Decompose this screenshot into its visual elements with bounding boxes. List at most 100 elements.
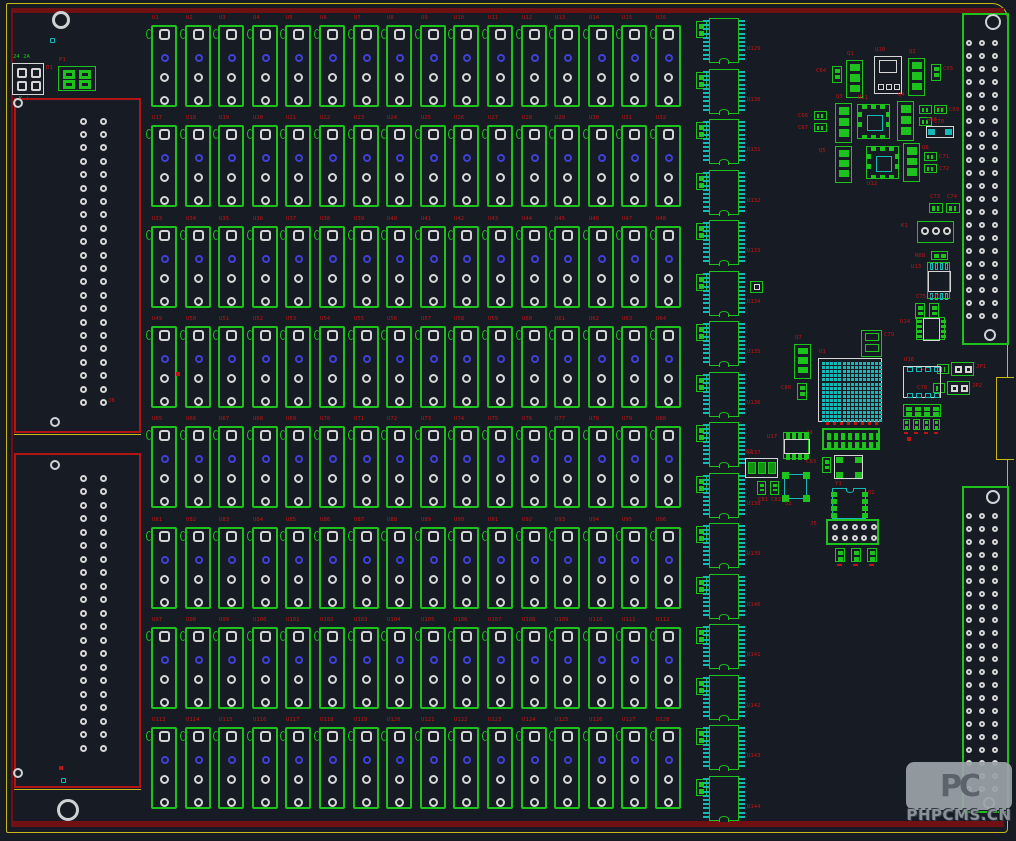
relay-footprint[interactable] [621, 226, 647, 308]
dip8sock-component[interactable] [832, 488, 866, 519]
relay-footprint[interactable] [588, 226, 614, 308]
cap2h-component[interactable] [946, 203, 960, 213]
relay-footprint[interactable] [420, 326, 446, 408]
cap2v-component[interactable] [832, 66, 842, 83]
relay-footprint[interactable] [252, 25, 278, 107]
relay-footprint[interactable] [588, 326, 614, 408]
relay-footprint[interactable] [285, 727, 311, 809]
relay-footprint[interactable] [554, 125, 580, 207]
dip-ic[interactable] [709, 372, 739, 417]
relay-footprint[interactable] [252, 527, 278, 609]
padblock-component[interactable] [903, 404, 941, 417]
relay-footprint[interactable] [655, 326, 681, 408]
relay-footprint[interactable] [218, 326, 244, 408]
cap2v-component[interactable] [797, 383, 807, 400]
relay-footprint[interactable] [353, 226, 379, 308]
relay-footprint[interactable] [285, 426, 311, 508]
relay-footprint[interactable] [386, 326, 412, 408]
relay-footprint[interactable] [621, 326, 647, 408]
relay-footprint[interactable] [319, 226, 345, 308]
dip-ic[interactable] [709, 119, 739, 164]
soic8h-component[interactable] [783, 432, 809, 459]
relay-footprint[interactable] [487, 426, 513, 508]
relay-footprint[interactable] [185, 125, 211, 207]
relay-footprint[interactable] [185, 326, 211, 408]
sotv-component[interactable] [846, 60, 863, 98]
hdr10-component[interactable] [826, 519, 879, 545]
relay-footprint[interactable] [151, 727, 177, 809]
cap2h-component[interactable] [814, 111, 827, 120]
pcb-canvas[interactable]: PC PHPCMS.CN 24 2AK +U1U2U3U4U5U6U7U8U9U… [0, 0, 1016, 841]
dip-ic[interactable] [709, 220, 739, 265]
relay-footprint[interactable] [252, 125, 278, 207]
relay-footprint[interactable] [554, 426, 580, 508]
relay-footprint[interactable] [621, 426, 647, 508]
relay-footprint[interactable] [386, 426, 412, 508]
relay-footprint[interactable] [185, 226, 211, 308]
decoupling-cap[interactable] [913, 419, 920, 430]
term4w-component[interactable] [12, 63, 44, 95]
decoupling-cap[interactable] [835, 548, 845, 562]
relay-footprint[interactable] [554, 25, 580, 107]
relay-footprint[interactable] [521, 226, 547, 308]
cap2v-component[interactable] [822, 457, 831, 473]
sotv-component[interactable] [908, 58, 925, 96]
relay-footprint[interactable] [319, 125, 345, 207]
relay-footprint[interactable] [588, 25, 614, 107]
connector-right[interactable] [962, 13, 1009, 345]
xtal-component[interactable] [784, 474, 807, 499]
relay-footprint[interactable] [319, 326, 345, 408]
relay-footprint[interactable] [252, 226, 278, 308]
relay-footprint[interactable] [386, 527, 412, 609]
relay-footprint[interactable] [353, 25, 379, 107]
dip-ic[interactable] [709, 271, 739, 316]
relay-footprint[interactable] [521, 426, 547, 508]
sq-component[interactable] [750, 281, 763, 293]
relay-footprint[interactable] [554, 226, 580, 308]
relay-footprint[interactable] [285, 226, 311, 308]
relay-footprint[interactable] [621, 25, 647, 107]
relay-footprint[interactable] [386, 727, 412, 809]
relay-footprint[interactable] [621, 527, 647, 609]
relay-footprint[interactable] [185, 25, 211, 107]
decoupling-cap[interactable] [851, 548, 861, 562]
relay-footprint[interactable] [420, 426, 446, 508]
relay-footprint[interactable] [453, 627, 479, 709]
dpak-component[interactable] [874, 56, 902, 94]
relay-footprint[interactable] [655, 627, 681, 709]
cap2h-component[interactable] [814, 123, 827, 132]
to3-component[interactable] [745, 458, 778, 478]
relay-footprint[interactable] [521, 326, 547, 408]
relay-footprint[interactable] [285, 627, 311, 709]
cap2v-component[interactable] [931, 64, 941, 81]
relay-footprint[interactable] [218, 226, 244, 308]
relay-footprint[interactable] [420, 727, 446, 809]
relay-footprint[interactable] [588, 527, 614, 609]
relay-footprint[interactable] [218, 527, 244, 609]
connector-left[interactable] [14, 98, 141, 433]
corner4-component[interactable] [834, 455, 863, 479]
dip-ic[interactable] [709, 574, 739, 619]
relay-footprint[interactable] [386, 125, 412, 207]
cap2h-component[interactable] [929, 203, 943, 213]
relay-footprint[interactable] [185, 527, 211, 609]
relay-footprint[interactable] [487, 627, 513, 709]
relay-footprint[interactable] [218, 627, 244, 709]
relay-footprint[interactable] [453, 125, 479, 207]
dip-ic[interactable] [709, 321, 739, 366]
qfp8-component[interactable] [903, 366, 941, 398]
relay-footprint[interactable] [487, 727, 513, 809]
dip-ic[interactable] [709, 776, 739, 821]
jmp2-component[interactable] [951, 362, 974, 376]
relay-footprint[interactable] [285, 125, 311, 207]
dip-ic[interactable] [709, 725, 739, 770]
jmp2-component[interactable] [947, 381, 970, 395]
relay-footprint[interactable] [151, 25, 177, 107]
relay-footprint[interactable] [420, 125, 446, 207]
relay-footprint[interactable] [151, 426, 177, 508]
trio-component[interactable] [917, 221, 954, 243]
relay-footprint[interactable] [252, 727, 278, 809]
decoupling-cap[interactable] [867, 548, 877, 562]
relay-footprint[interactable] [621, 727, 647, 809]
relay-footprint[interactable] [655, 426, 681, 508]
